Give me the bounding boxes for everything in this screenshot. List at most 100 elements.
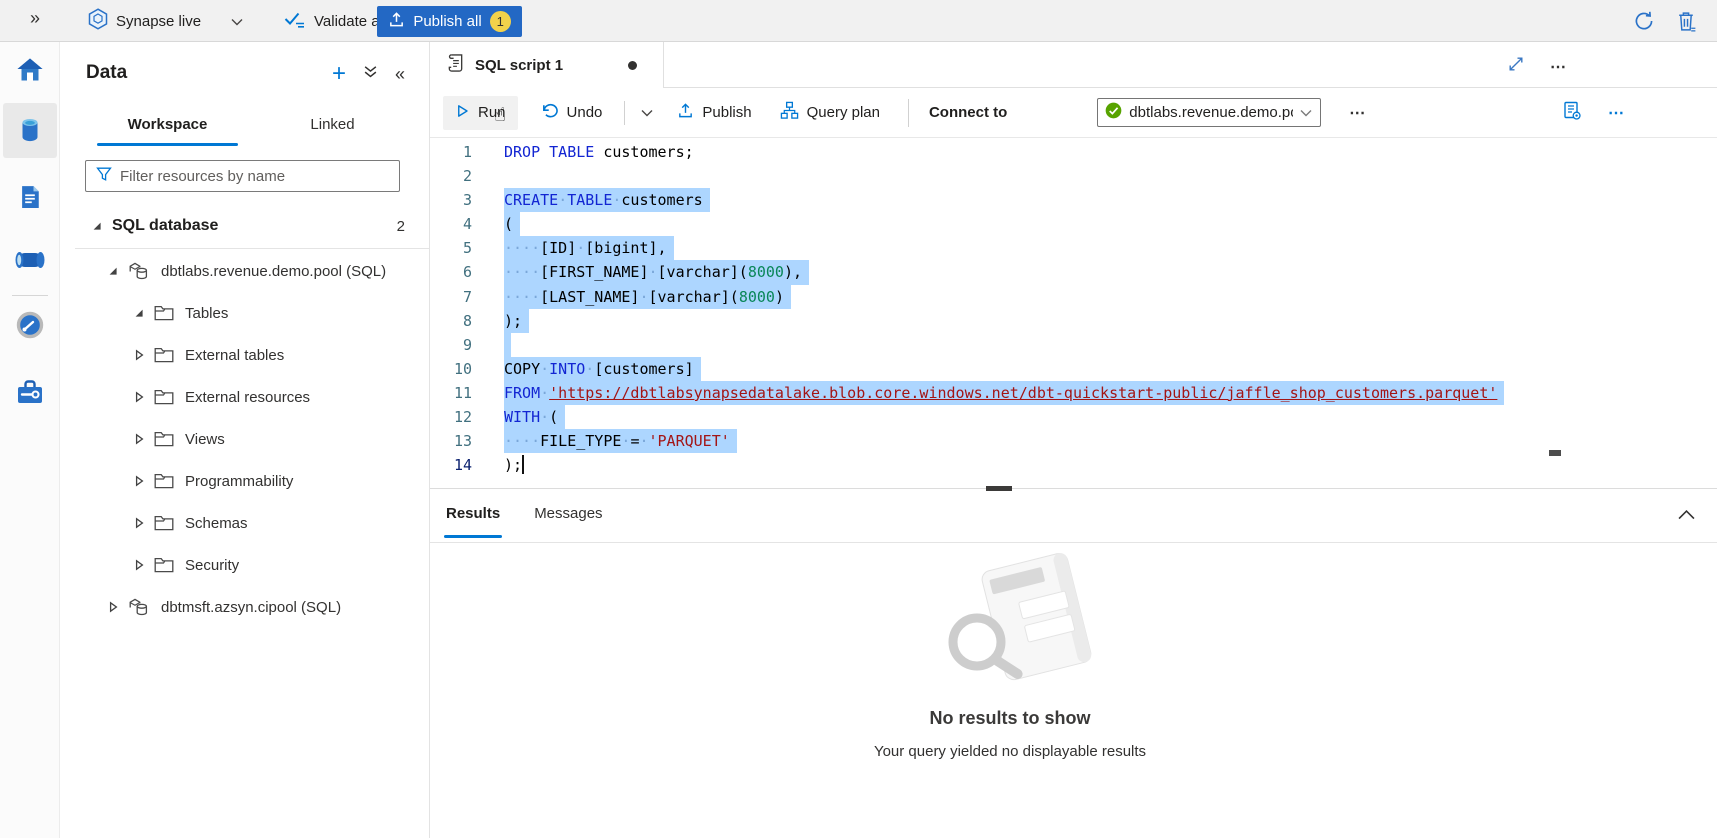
caret-collapsed-icon[interactable] xyxy=(132,433,146,445)
collapse-rail-icon[interactable]: » xyxy=(30,8,40,29)
code-line[interactable]: 7····[LAST_NAME]·[varchar](8000) xyxy=(430,285,1562,309)
tree-item[interactable]: External resources xyxy=(60,376,429,418)
undo-button[interactable]: Undo xyxy=(528,95,615,130)
code-line[interactable]: 3CREATE·TABLE·customers xyxy=(430,188,1562,212)
tree-item[interactable]: External tables xyxy=(60,334,429,376)
refresh-icon[interactable] xyxy=(1633,10,1655,37)
folder-icon xyxy=(154,305,174,321)
mouse-cursor-hand: ☝ xyxy=(494,104,506,126)
caret-collapsed-icon[interactable] xyxy=(132,559,146,571)
data-panel-title: Data xyxy=(86,62,127,84)
add-resource-icon[interactable]: + xyxy=(332,64,346,84)
code-line[interactable]: 1DROP TABLE customers; xyxy=(430,140,1562,164)
branch-selector[interactable]: Synapse live xyxy=(88,0,243,42)
query-plan-button[interactable]: Query plan xyxy=(768,94,892,131)
undo-icon xyxy=(540,102,559,123)
line-number: 3 xyxy=(444,188,472,212)
publish-all-button[interactable]: Publish all 1 xyxy=(377,6,522,37)
tree-item-label: External tables xyxy=(185,347,284,364)
sql-script-icon xyxy=(446,53,465,78)
rail-divider xyxy=(12,295,48,296)
scrollbar-thumb[interactable] xyxy=(1549,450,1561,456)
collapse-all-icon[interactable] xyxy=(363,64,378,84)
caret-collapsed-icon[interactable] xyxy=(132,349,146,361)
results-panel: Results Messages xyxy=(430,491,1717,805)
code-line[interactable]: 2 xyxy=(430,164,1562,188)
code-line[interactable]: 11FROM·'https://dbtlabsynapsedatalake.bl… xyxy=(430,381,1562,405)
line-number: 11 xyxy=(444,381,472,405)
code-line[interactable]: 6····[FIRST_NAME]·[varchar](8000), xyxy=(430,260,1562,284)
caret-expanded-icon[interactable] xyxy=(132,308,146,318)
caret-expanded-icon[interactable] xyxy=(106,266,120,276)
tree-item[interactable]: dbtlabs.revenue.demo.pool (SQL) xyxy=(60,250,429,292)
sql-script-tab[interactable]: SQL script 1 xyxy=(430,42,664,88)
tab-more-actions-icon[interactable]: ⋯ xyxy=(1550,57,1567,77)
tree-item[interactable]: Tables xyxy=(60,292,429,334)
validate-all-button[interactable]: Validate all xyxy=(283,0,386,42)
expand-editor-icon[interactable] xyxy=(1508,56,1524,77)
run-button[interactable]: Run xyxy=(443,96,518,130)
tab-workspace[interactable]: Workspace xyxy=(85,104,250,146)
code-line[interactable]: 4( xyxy=(430,212,1562,236)
caret-collapsed-icon[interactable] xyxy=(132,517,146,529)
synapse-studio-window: » Synapse live Validate all Publish all … xyxy=(0,0,1717,838)
connection-dropdown[interactable]: dbtlabs.revenue.demo.pool xyxy=(1097,98,1321,127)
code-editor[interactable]: 1DROP TABLE customers;23CREATE·TABLE·cus… xyxy=(430,138,1562,488)
line-number: 12 xyxy=(444,405,472,429)
home-icon[interactable] xyxy=(13,53,47,87)
tree-item[interactable]: Schemas xyxy=(60,502,429,544)
code-line[interactable]: 13····FILE_TYPE·=·'PARQUET' xyxy=(430,429,1562,453)
publish-icon xyxy=(677,102,694,123)
code-line[interactable]: 12WITH·( xyxy=(430,405,1562,429)
tab-results[interactable]: Results xyxy=(440,491,506,541)
tree-item[interactable]: dbtmsft.azsyn.cipool (SQL) xyxy=(60,586,429,628)
connected-check-icon xyxy=(1105,102,1122,123)
code-line[interactable]: 8); xyxy=(430,309,1562,333)
query-plan-label: Query plan xyxy=(807,104,880,121)
trash-icon[interactable] xyxy=(1676,10,1697,38)
integrate-icon[interactable] xyxy=(13,243,47,277)
code-line[interactable]: 9 xyxy=(430,333,1562,357)
collapse-results-icon[interactable] xyxy=(1678,507,1695,525)
tree-item[interactable]: SQL database2 xyxy=(60,205,429,247)
tab-messages[interactable]: Messages xyxy=(528,491,608,541)
validate-all-label: Validate all xyxy=(314,13,386,30)
empty-results-title: No results to show xyxy=(430,708,1590,729)
manage-icon[interactable] xyxy=(13,375,47,409)
tree-item-label: dbtmsft.azsyn.cipool (SQL) xyxy=(161,599,341,616)
tree-item-label: SQL database xyxy=(112,217,218,235)
caret-collapsed-icon[interactable] xyxy=(132,475,146,487)
connection-more-icon[interactable]: ⋯ xyxy=(1349,103,1366,123)
caret-collapsed-icon[interactable] xyxy=(132,391,146,403)
editor-overview-ruler[interactable] xyxy=(1548,138,1562,488)
code-line[interactable]: 14); xyxy=(430,453,1562,477)
folder-icon xyxy=(154,515,174,531)
publish-button[interactable]: Publish xyxy=(665,95,763,130)
tree-item[interactable]: Views xyxy=(60,418,429,460)
connection-name: dbtlabs.revenue.demo.pool xyxy=(1129,104,1293,121)
code-line[interactable]: 10COPY·INTO·[customers] xyxy=(430,357,1562,381)
collapse-panel-icon[interactable]: « xyxy=(395,64,405,84)
monitor-icon[interactable] xyxy=(13,308,47,342)
tree-item[interactable]: Security xyxy=(60,544,429,586)
toolbar-more-icon[interactable]: ⋯ xyxy=(1608,103,1625,123)
filter-input[interactable] xyxy=(120,168,399,185)
tree-item[interactable]: Programmability xyxy=(60,460,429,502)
command-bar: » Synapse live Validate all Publish all … xyxy=(0,0,1717,42)
code-line[interactable]: 5····[ID]·[bigint], xyxy=(430,236,1562,260)
line-number: 9 xyxy=(444,333,472,357)
tree-item-label: Programmability xyxy=(185,473,293,490)
caret-expanded-icon[interactable] xyxy=(90,221,104,231)
caret-collapsed-icon[interactable] xyxy=(106,601,120,613)
develop-icon[interactable] xyxy=(13,180,47,214)
undo-label: Undo xyxy=(567,104,603,121)
script-properties-icon[interactable] xyxy=(1562,101,1582,125)
sql-pool-icon xyxy=(128,262,150,281)
undo-redo-dropdown[interactable] xyxy=(635,102,659,124)
tab-linked[interactable]: Linked xyxy=(250,104,415,146)
data-icon[interactable] xyxy=(13,113,47,147)
toolbar-separator xyxy=(908,99,909,127)
play-icon xyxy=(455,103,470,123)
tree-item-label: Schemas xyxy=(185,515,248,532)
folder-icon xyxy=(154,389,174,405)
